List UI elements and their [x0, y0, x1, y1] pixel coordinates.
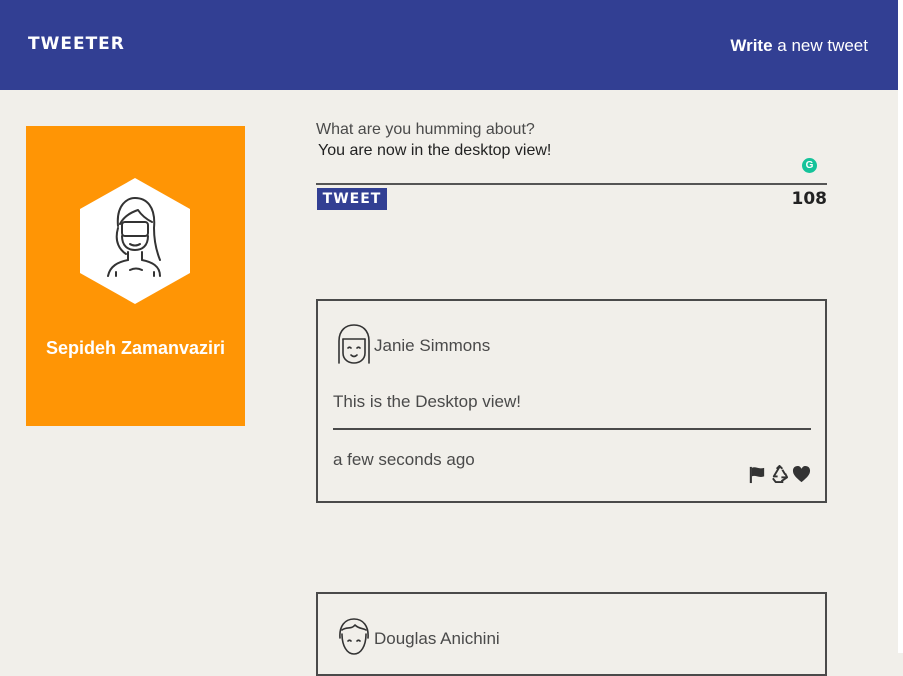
tweet-divider	[333, 428, 811, 430]
composer-label: What are you humming about?	[316, 121, 535, 138]
author-avatar	[338, 324, 370, 364]
profile-card: Sepideh Zamanvaziri	[26, 126, 245, 426]
tweet-actions	[748, 465, 811, 484]
grammarly-icon[interactable]: G	[802, 158, 817, 173]
top-nav: TWEETER Write a new tweet	[0, 0, 898, 90]
heart-icon[interactable]	[792, 465, 811, 484]
tweet-author-name: Douglas Anichini	[374, 629, 500, 648]
write-label-bold: Write	[730, 36, 773, 55]
author-avatar	[339, 618, 369, 655]
retweet-icon[interactable]	[770, 465, 789, 484]
tweet-card: Janie Simmons This is the Desktop view! …	[316, 299, 827, 503]
tweet-card: Douglas Anichini	[316, 592, 827, 676]
character-counter: 108	[791, 189, 828, 209]
profile-name: Sepideh Zamanvaziri	[45, 338, 226, 358]
composer-underline	[316, 183, 827, 185]
write-label-rest: a new tweet	[772, 36, 868, 55]
page-edge	[898, 0, 903, 653]
profile-avatar	[80, 178, 190, 304]
tweet-submit-button[interactable]: TWEET	[317, 188, 387, 210]
tweet-body: This is the Desktop view!	[333, 392, 522, 411]
flag-icon[interactable]	[748, 465, 767, 484]
brand-logo[interactable]: TWEETER	[28, 34, 125, 54]
tweet-timestamp: a few seconds ago	[333, 450, 475, 469]
tweet-textarea[interactable]: You are now in the desktop view!	[316, 142, 810, 182]
write-new-tweet-button[interactable]: Write a new tweet	[730, 36, 868, 56]
tweet-author-name: Janie Simmons	[374, 336, 491, 355]
